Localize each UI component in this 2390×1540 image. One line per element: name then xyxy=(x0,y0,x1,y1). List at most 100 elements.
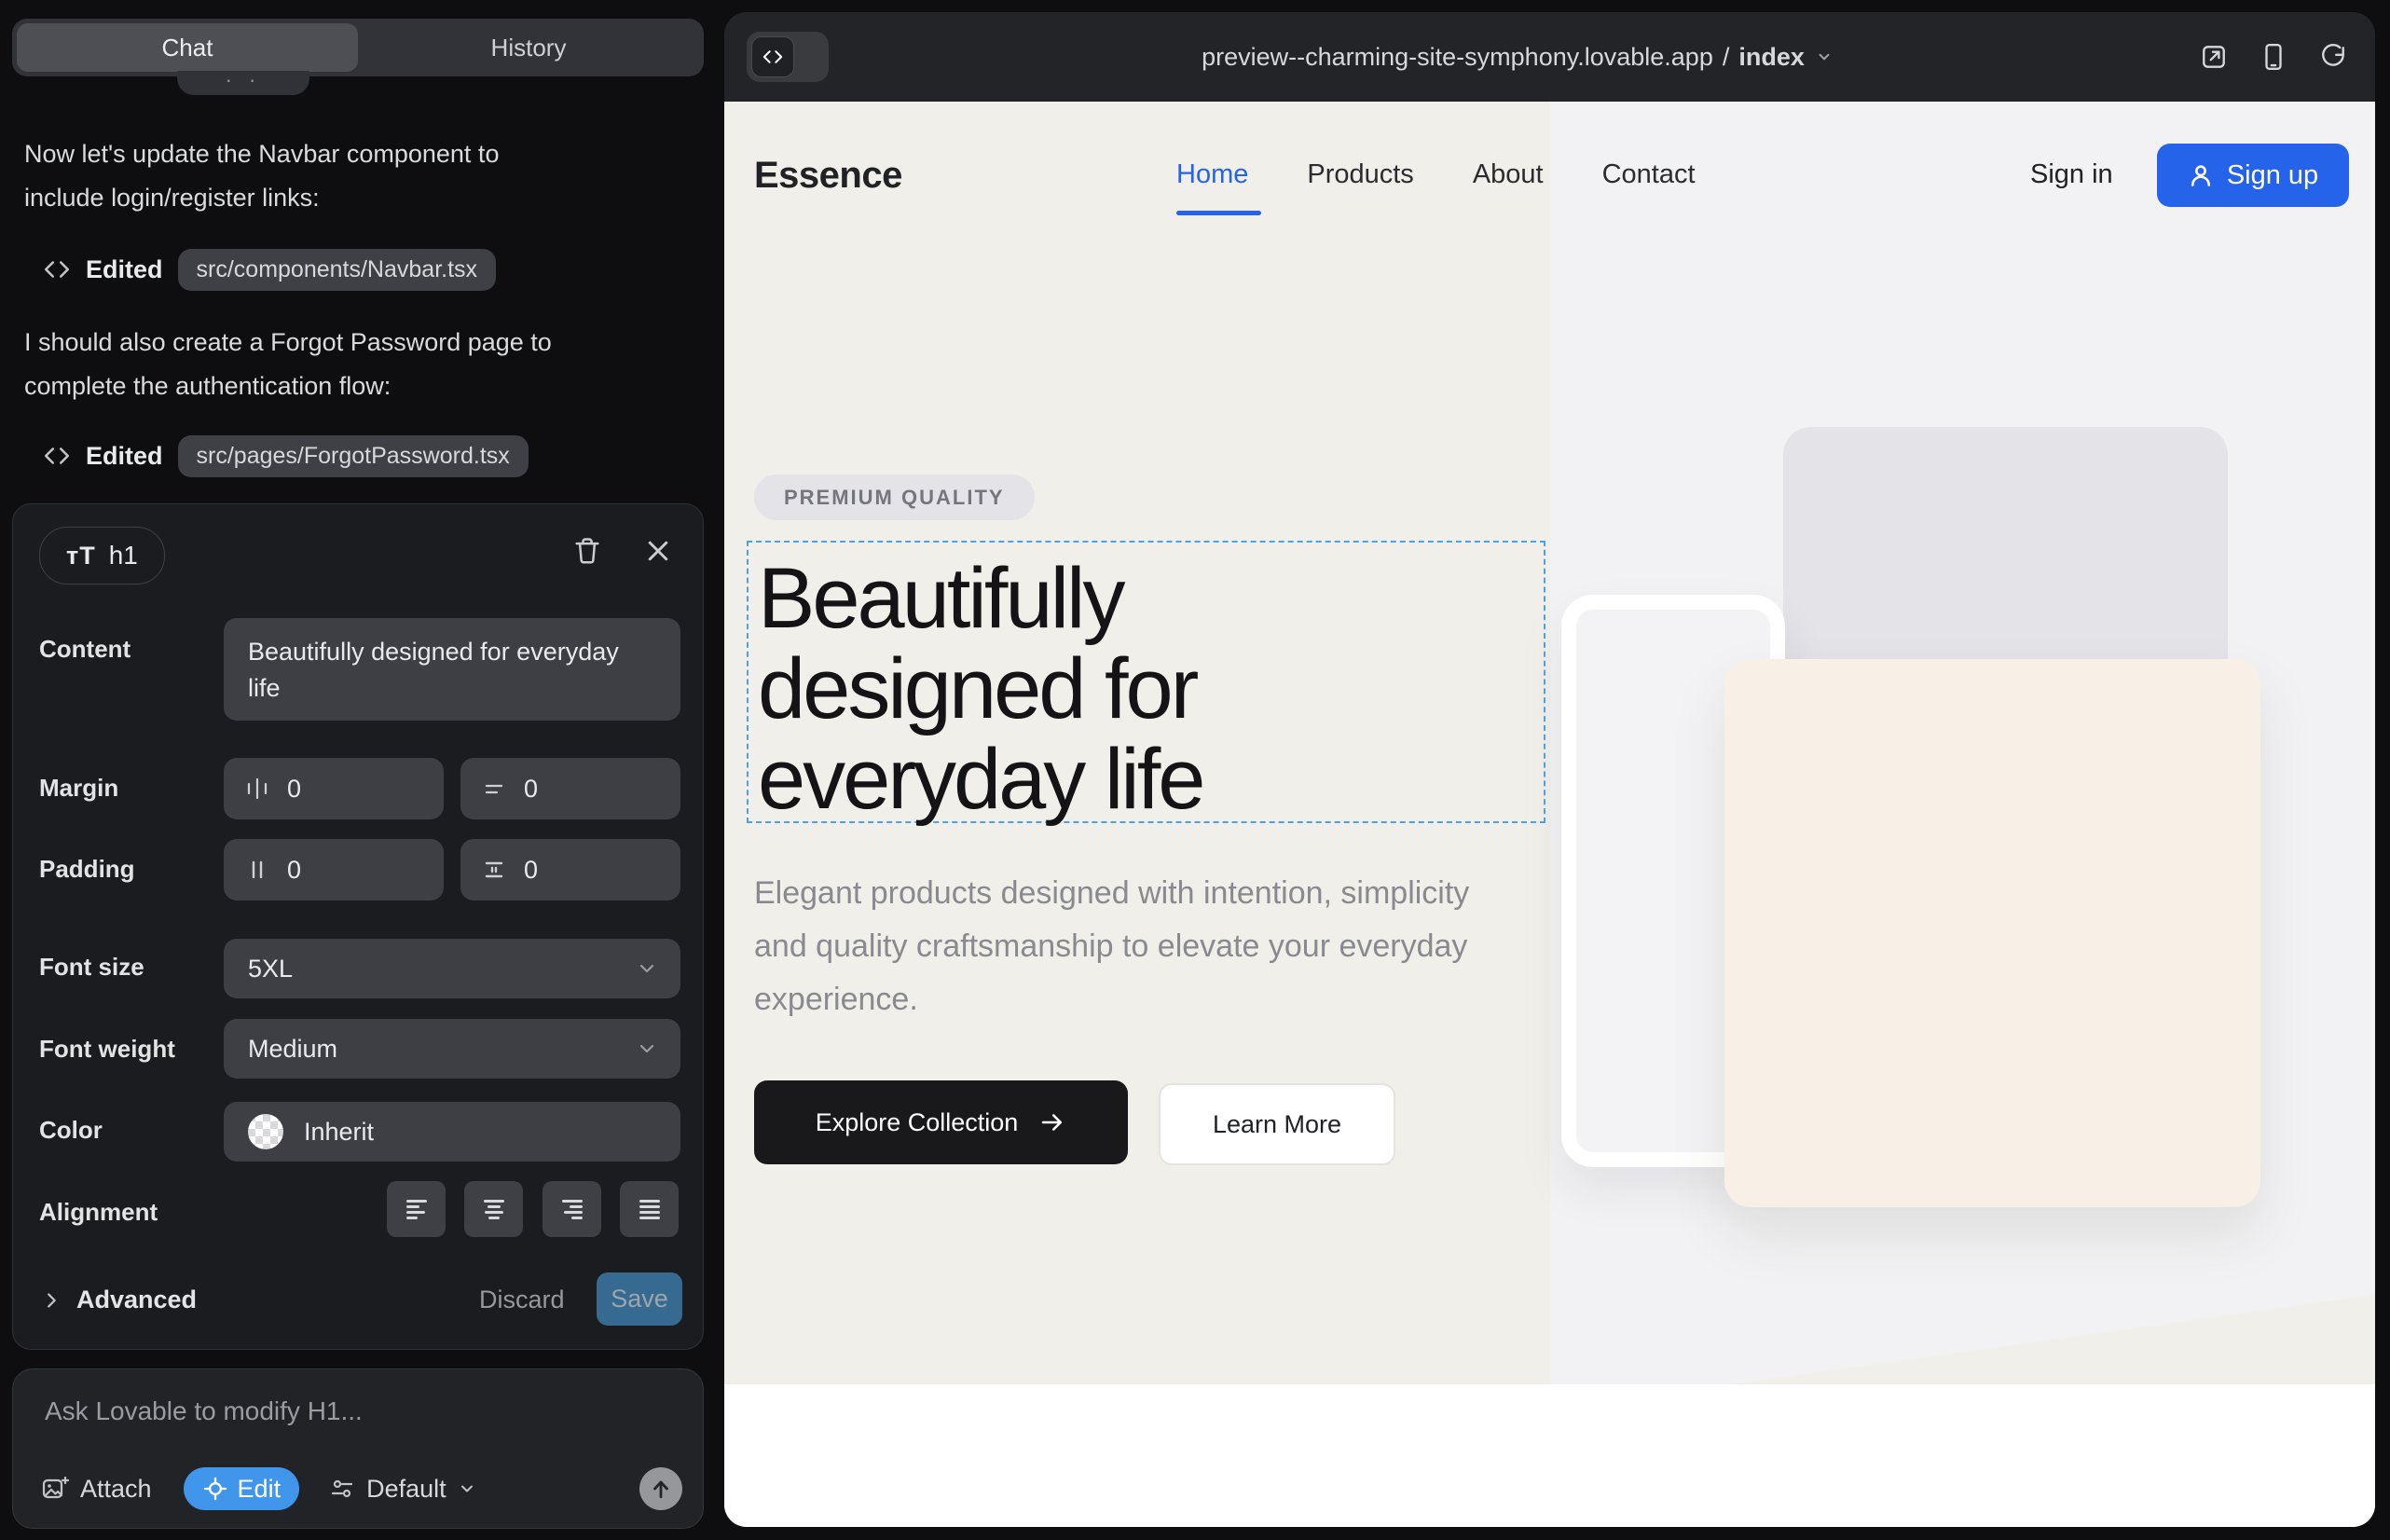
open-in-new-tab-button[interactable] xyxy=(2200,43,2228,71)
padding-horizontal-input[interactable]: 0 xyxy=(224,839,444,901)
margin-label: Margin xyxy=(39,774,118,803)
edited-file-chip[interactable]: src/pages/ForgotPassword.tsx xyxy=(178,435,529,477)
mobile-phone-icon xyxy=(2260,41,2287,73)
edited-file-row: Edited src/pages/ForgotPassword.tsx xyxy=(43,434,529,477)
edit-mode-label: Edit xyxy=(238,1475,282,1504)
chat-message: Now let's update the Navbar component to… xyxy=(24,132,560,220)
site-logo[interactable]: Essence xyxy=(754,155,902,197)
padding-vertical-input[interactable]: 0 xyxy=(460,839,680,901)
margin-horizontal-value: 0 xyxy=(287,775,301,804)
margin-vertical-value: 0 xyxy=(524,775,538,804)
font-weight-label: Font weight xyxy=(39,1035,175,1064)
font-weight-value: Medium xyxy=(248,1035,337,1064)
margin-horizontal-input[interactable]: 0 xyxy=(224,758,444,819)
user-icon xyxy=(2188,162,2214,188)
preview-url-page: index xyxy=(1738,43,1805,72)
font-size-select[interactable]: 5XL xyxy=(224,939,680,998)
preview-url-selector[interactable]: preview--charming-site-symphony.lovable.… xyxy=(724,12,2342,102)
element-tag-label: h1 xyxy=(109,541,138,571)
alignment-label: Alignment xyxy=(39,1198,158,1227)
close-panel-button[interactable] xyxy=(639,532,677,570)
explore-collection-button[interactable]: Explore Collection xyxy=(754,1080,1128,1164)
edited-file-chip[interactable]: src/components/Navbar.tsx xyxy=(178,249,497,291)
advanced-toggle[interactable]: Advanced xyxy=(41,1286,197,1314)
save-button[interactable]: Save xyxy=(597,1272,682,1326)
advanced-label: Advanced xyxy=(76,1286,197,1314)
refresh-icon xyxy=(2319,43,2347,71)
premium-quality-badge: PREMIUM QUALITY xyxy=(754,474,1035,520)
nav-link-about[interactable]: About xyxy=(1473,159,1544,190)
sign-up-button[interactable]: Sign up xyxy=(2157,144,2349,207)
align-left-button[interactable] xyxy=(387,1181,446,1237)
hero-description: Elegant products designed with intention… xyxy=(754,867,1472,1026)
edit-mode-button[interactable]: Edit xyxy=(184,1467,300,1510)
nav-link-home[interactable]: Home xyxy=(1176,159,1248,190)
padding-horizontal-icon xyxy=(244,857,270,883)
padding-horizontal-value: 0 xyxy=(287,856,301,885)
section-below-hero xyxy=(724,1384,2375,1527)
target-icon xyxy=(202,1476,228,1502)
arrow-right-icon xyxy=(1038,1108,1066,1136)
nav-link-contact[interactable]: Contact xyxy=(1602,159,1696,190)
site-nav: Home Products About Contact xyxy=(1176,159,1696,190)
content-label: Content xyxy=(39,635,130,664)
tab-chat[interactable]: Chat xyxy=(17,23,358,72)
decorative-card-beige xyxy=(1724,659,2260,1207)
edited-label: Edited xyxy=(86,442,163,471)
font-size-value: 5XL xyxy=(248,955,293,983)
send-button[interactable] xyxy=(639,1467,682,1510)
preview-frame: preview--charming-site-symphony.lovable.… xyxy=(724,12,2375,1527)
nav-link-products[interactable]: Products xyxy=(1307,159,1413,190)
learn-more-button[interactable]: Learn More xyxy=(1159,1083,1395,1165)
preview-browser-bar: preview--charming-site-symphony.lovable.… xyxy=(724,12,2375,102)
scrolled-chip-fragment[interactable]: · · xyxy=(177,71,309,95)
chat-composer: Attach Edit xyxy=(12,1368,704,1529)
margin-vertical-input[interactable]: 0 xyxy=(460,758,680,819)
chat-message: I should also create a Forgot Password p… xyxy=(24,321,560,408)
edited-file-row: Edited src/components/Navbar.tsx xyxy=(43,248,496,291)
color-select[interactable]: Inherit xyxy=(224,1102,680,1162)
delete-element-button[interactable] xyxy=(569,532,606,570)
hero-heading-line: everyday life xyxy=(758,735,1202,825)
edited-label: Edited xyxy=(86,255,163,284)
margin-horizontal-icon xyxy=(244,776,270,802)
refresh-button[interactable] xyxy=(2319,43,2347,71)
code-icon xyxy=(43,444,71,468)
selected-element-outline: Beautifully designed for everyday life xyxy=(747,541,1545,823)
tab-history[interactable]: History xyxy=(358,23,699,72)
chevron-down-icon xyxy=(458,1479,476,1498)
arrow-up-icon xyxy=(649,1477,673,1501)
hero-right-panel xyxy=(1550,102,2375,1384)
composer-input[interactable] xyxy=(43,1396,643,1427)
element-inspector-panel: тT h1 Content Beautifully designed for e… xyxy=(12,503,704,1350)
type-icon: тT xyxy=(66,542,96,571)
margin-vertical-icon xyxy=(481,776,507,802)
left-sidebar: Chat History · · Now let's update the Na… xyxy=(0,0,727,1540)
align-right-button[interactable] xyxy=(543,1181,601,1237)
attach-button[interactable]: Attach xyxy=(41,1475,152,1504)
color-swatch-transparent xyxy=(248,1114,283,1149)
discard-button[interactable]: Discard xyxy=(479,1286,565,1314)
external-link-icon xyxy=(2200,43,2228,71)
align-justify-button[interactable] xyxy=(620,1181,679,1237)
chevron-down-icon xyxy=(1816,48,1833,65)
chevron-right-icon xyxy=(41,1290,62,1311)
hero-heading-line: designed for xyxy=(758,644,1202,735)
mobile-view-button[interactable] xyxy=(2260,41,2287,73)
font-weight-select[interactable]: Medium xyxy=(224,1019,680,1079)
font-size-label: Font size xyxy=(39,953,144,982)
chevron-down-icon xyxy=(636,1038,658,1060)
hero-heading-line: Beautifully xyxy=(758,554,1202,644)
attach-label: Attach xyxy=(80,1475,152,1504)
model-selector-label: Default xyxy=(366,1475,446,1504)
attach-image-icon xyxy=(41,1475,69,1503)
active-nav-underline xyxy=(1176,211,1261,215)
content-textarea[interactable]: Beautifully designed for everyday life xyxy=(224,618,680,721)
model-selector[interactable]: Default xyxy=(329,1475,476,1504)
sign-in-link[interactable]: Sign in xyxy=(2030,159,2113,190)
preview-url-host: preview--charming-site-symphony.lovable.… xyxy=(1202,43,1713,72)
chat-history-tabs: Chat History xyxy=(12,19,704,76)
chevron-down-icon xyxy=(636,957,658,980)
color-value: Inherit xyxy=(304,1118,374,1147)
align-center-button[interactable] xyxy=(464,1181,523,1237)
